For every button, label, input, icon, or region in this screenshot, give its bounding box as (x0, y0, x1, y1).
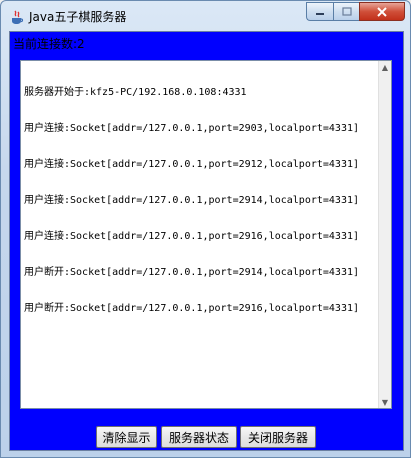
minimize-button[interactable] (306, 2, 333, 21)
maximize-button[interactable] (333, 2, 359, 21)
close-window-button[interactable] (359, 2, 405, 21)
vertical-scrollbar[interactable]: ▲ ▼ (378, 61, 391, 408)
connection-count-label: 当前连接数:2 (13, 37, 85, 51)
log-line: 用户连接:Socket[addr=/127.0.0.1,port=2903,lo… (24, 123, 360, 134)
window-controls (306, 2, 405, 21)
server-window: Java五子棋服务器 当前连接数:2 服务器开始于:kfz5-PC/192.16… (0, 0, 411, 458)
scroll-up-arrow-icon[interactable]: ▲ (379, 61, 391, 73)
log-line: 用户断开:Socket[addr=/127.0.0.1,port=2914,lo… (24, 267, 360, 278)
close-icon (377, 6, 387, 17)
java-app-icon (9, 9, 25, 25)
maximize-icon (341, 6, 352, 16)
log-line: 用户连接:Socket[addr=/127.0.0.1,port=2916,lo… (24, 231, 360, 242)
title-bar[interactable]: Java五子棋服务器 (1, 1, 410, 31)
close-server-button[interactable]: 关闭服务器 (240, 426, 316, 448)
log-textarea[interactable]: 服务器开始于:kfz5-PC/192.168.0.108:4331 用户连接:S… (20, 60, 392, 409)
log-lines: 服务器开始于:kfz5-PC/192.168.0.108:4331 用户连接:S… (24, 63, 377, 339)
button-bar: 清除显示 服务器状态 关闭服务器 (10, 426, 403, 448)
server-status-button[interactable]: 服务器状态 (161, 426, 237, 448)
clear-display-button[interactable]: 清除显示 (96, 426, 157, 448)
window-title: Java五子棋服务器 (29, 10, 127, 24)
log-line: 服务器开始于:kfz5-PC/192.168.0.108:4331 (24, 87, 247, 98)
log-line: 用户连接:Socket[addr=/127.0.0.1,port=2912,lo… (24, 159, 360, 170)
main-panel: 当前连接数:2 服务器开始于:kfz5-PC/192.168.0.108:433… (9, 31, 404, 451)
log-line: 用户连接:Socket[addr=/127.0.0.1,port=2914,lo… (24, 195, 360, 206)
log-line: 用户断开:Socket[addr=/127.0.0.1,port=2916,lo… (24, 303, 360, 314)
minimize-icon (316, 12, 324, 15)
scroll-down-arrow-icon[interactable]: ▼ (379, 396, 391, 408)
